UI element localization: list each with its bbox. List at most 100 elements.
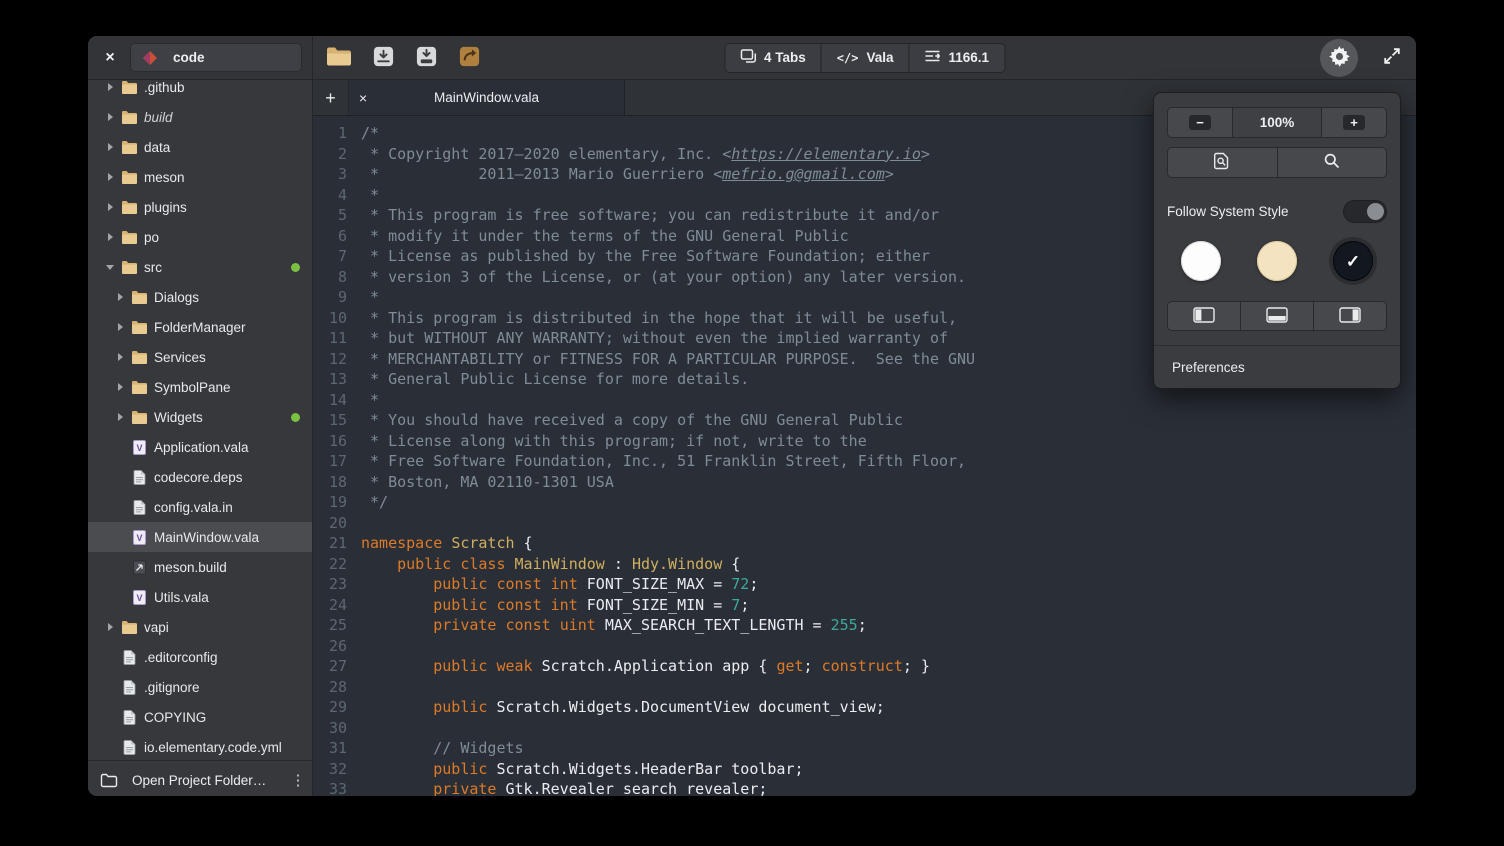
tree-item-editorconfig[interactable]: .editorconfig bbox=[88, 642, 312, 672]
sepia-style-option[interactable] bbox=[1257, 241, 1297, 281]
code-line[interactable]: 21namespace Scratch { bbox=[313, 533, 1416, 554]
tree-item-src[interactable]: src bbox=[88, 252, 312, 282]
tree-item-plugins[interactable]: plugins bbox=[88, 192, 312, 222]
code-line[interactable]: 27 public weak Scratch.Application app {… bbox=[313, 656, 1416, 677]
save-button[interactable] bbox=[372, 45, 395, 71]
tree-item-io-elementary-code-yml[interactable]: io.elementary.code.yml bbox=[88, 732, 312, 760]
zoom-level[interactable]: 100% bbox=[1232, 107, 1322, 138]
tab-title: MainWindow.vala bbox=[349, 90, 624, 105]
tabs-overview-button[interactable]: 4 Tabs bbox=[724, 43, 822, 73]
tree-item-vapi[interactable]: vapi bbox=[88, 612, 312, 642]
line-number: 23 bbox=[313, 574, 361, 595]
file-icon bbox=[120, 740, 138, 755]
code-text: public class MainWindow : Hdy.Window { bbox=[361, 554, 1416, 575]
expander-collapsed-icon[interactable] bbox=[110, 323, 130, 331]
code-line[interactable]: 26 bbox=[313, 636, 1416, 657]
code-line[interactable]: 15 * You should have received a copy of … bbox=[313, 410, 1416, 431]
toggle-bottom-panel-button[interactable] bbox=[1240, 301, 1314, 331]
global-search-button[interactable] bbox=[1277, 147, 1388, 178]
tree-item-foldermanager[interactable]: FolderManager bbox=[88, 312, 312, 342]
code-line[interactable]: 33 private Gtk.Revealer search_revealer; bbox=[313, 779, 1416, 796]
tree-item-widgets[interactable]: Widgets bbox=[88, 402, 312, 432]
tree-item-symbolpane[interactable]: SymbolPane bbox=[88, 372, 312, 402]
tree-item-gitignore[interactable]: .gitignore bbox=[88, 672, 312, 702]
project-tree: .githubbuilddatamesonpluginsposrcDialogs… bbox=[88, 72, 312, 760]
project-chooser[interactable]: code bbox=[130, 43, 302, 72]
code-line[interactable]: 19 */ bbox=[313, 492, 1416, 513]
toggle-right-panel-button[interactable] bbox=[1313, 301, 1387, 331]
tree-item-config-vala-in[interactable]: config.vala.in bbox=[88, 492, 312, 522]
language-button[interactable]: </> Vala bbox=[821, 43, 910, 73]
code-line[interactable]: 22 public class MainWindow : Hdy.Window … bbox=[313, 554, 1416, 575]
code-line[interactable]: 20 bbox=[313, 513, 1416, 534]
find-in-file-button[interactable] bbox=[1167, 147, 1278, 178]
tree-item-dialogs[interactable]: Dialogs bbox=[88, 282, 312, 312]
save-as-button[interactable] bbox=[415, 45, 438, 71]
goto-line-button[interactable]: 1166.1 bbox=[908, 43, 1005, 73]
code-line[interactable]: 18 * Boston, MA 02110-1301 USA bbox=[313, 472, 1416, 493]
tree-item-codecore-deps[interactable]: codecore.deps bbox=[88, 462, 312, 492]
tree-item-po[interactable]: po bbox=[88, 222, 312, 252]
code-line[interactable]: 31 // Widgets bbox=[313, 738, 1416, 759]
tab-mainwindow-vala[interactable]: × MainWindow.vala bbox=[349, 80, 625, 115]
new-tab-button[interactable]: + bbox=[313, 80, 349, 115]
zoom-out-icon: − bbox=[1189, 115, 1211, 130]
tabs-button-label: 4 Tabs bbox=[764, 50, 806, 65]
expander-collapsed-icon[interactable] bbox=[110, 413, 130, 421]
settings-menu-button[interactable] bbox=[1320, 39, 1358, 77]
code-line[interactable]: 17 * Free Software Foundation, Inc., 51 … bbox=[313, 451, 1416, 472]
code-line[interactable]: 28 bbox=[313, 677, 1416, 698]
tab-close-icon[interactable]: × bbox=[359, 91, 367, 105]
folder-icon bbox=[120, 170, 138, 184]
more-options-icon[interactable]: ⋮ bbox=[284, 761, 312, 797]
toggle-sidebar-button[interactable] bbox=[1167, 301, 1241, 331]
folder-icon bbox=[120, 260, 138, 274]
gear-icon bbox=[1329, 46, 1350, 70]
expander-collapsed-icon[interactable] bbox=[110, 353, 130, 361]
expander-collapsed-icon[interactable] bbox=[110, 383, 130, 391]
zoom-out-button[interactable]: − bbox=[1167, 107, 1233, 138]
project-name: code bbox=[173, 50, 205, 65]
code-line[interactable]: 23 public const int FONT_SIZE_MAX = 72; bbox=[313, 574, 1416, 595]
expander-collapsed-icon[interactable] bbox=[100, 83, 120, 91]
expander-collapsed-icon[interactable] bbox=[100, 113, 120, 121]
code-line[interactable]: 30 bbox=[313, 718, 1416, 739]
light-style-option[interactable] bbox=[1181, 241, 1221, 281]
tree-item-services[interactable]: Services bbox=[88, 342, 312, 372]
tree-item-utils-vala[interactable]: VUtils.vala bbox=[88, 582, 312, 612]
tree-item-application-vala[interactable]: VApplication.vala bbox=[88, 432, 312, 462]
code-line[interactable]: 14 * bbox=[313, 390, 1416, 411]
folder-icon bbox=[120, 230, 138, 244]
tree-item-meson-build[interactable]: meson.build bbox=[88, 552, 312, 582]
open-file-button[interactable] bbox=[326, 46, 352, 70]
tree-item-github[interactable]: .github bbox=[88, 72, 312, 102]
code-line[interactable]: 29 public Scratch.Widgets.DocumentView d… bbox=[313, 697, 1416, 718]
tree-item-meson[interactable]: meson bbox=[88, 162, 312, 192]
code-line[interactable]: 24 public const int FONT_SIZE_MIN = 7; bbox=[313, 595, 1416, 616]
tree-item-copying[interactable]: COPYING bbox=[88, 702, 312, 732]
expander-collapsed-icon[interactable] bbox=[100, 173, 120, 181]
expander-expanded-icon[interactable] bbox=[100, 265, 120, 270]
line-number: 3 bbox=[313, 164, 361, 185]
code-text: */ bbox=[361, 492, 1416, 513]
open-project-folder-button[interactable]: Open Project Folder… ⋮ bbox=[88, 760, 312, 797]
follow-system-toggle[interactable] bbox=[1343, 200, 1387, 223]
zoom-in-button[interactable]: + bbox=[1321, 107, 1387, 138]
tree-item-mainwindow-vala[interactable]: VMainWindow.vala bbox=[88, 522, 312, 552]
expander-collapsed-icon[interactable] bbox=[100, 623, 120, 631]
tree-item-data[interactable]: data bbox=[88, 132, 312, 162]
expander-collapsed-icon[interactable] bbox=[100, 143, 120, 151]
expander-collapsed-icon[interactable] bbox=[100, 233, 120, 241]
preferences-item[interactable]: Preferences bbox=[1167, 346, 1387, 388]
expander-collapsed-icon[interactable] bbox=[110, 293, 130, 301]
code-line[interactable]: 16 * License along with this program; if… bbox=[313, 431, 1416, 452]
fullscreen-button[interactable] bbox=[1382, 46, 1402, 69]
code-line[interactable]: 32 public Scratch.Widgets.HeaderBar tool… bbox=[313, 759, 1416, 780]
dark-style-option[interactable]: ✓ bbox=[1333, 241, 1373, 281]
line-number: 20 bbox=[313, 513, 361, 534]
tree-item-build[interactable]: build bbox=[88, 102, 312, 132]
expander-collapsed-icon[interactable] bbox=[100, 203, 120, 211]
templates-button[interactable] bbox=[458, 45, 481, 71]
window-close-button[interactable]: × bbox=[99, 47, 121, 69]
code-line[interactable]: 25 private const uint MAX_SEARCH_TEXT_LE… bbox=[313, 615, 1416, 636]
